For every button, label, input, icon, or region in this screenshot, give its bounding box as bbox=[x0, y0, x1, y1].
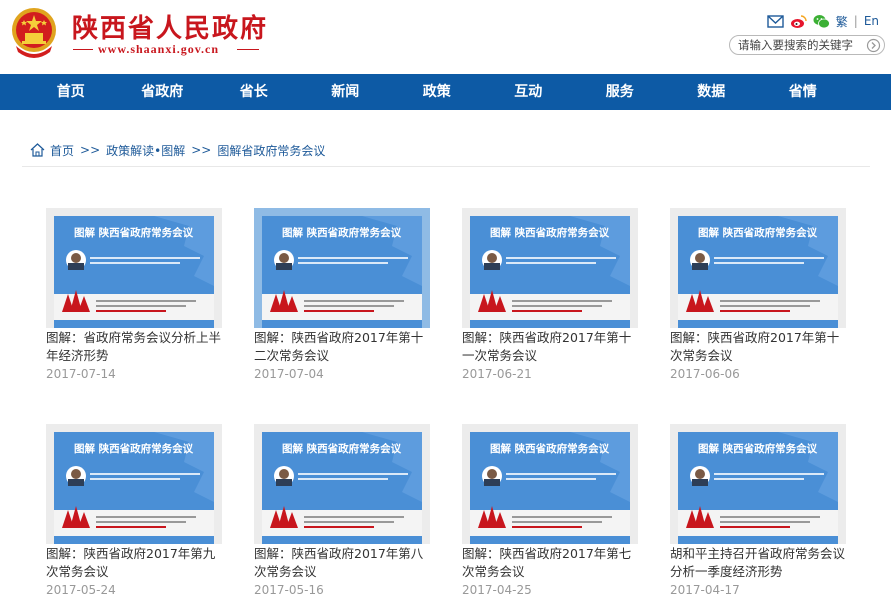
article-title[interactable]: 图解：陕西省政府2017年第九次常务会议 bbox=[46, 545, 222, 580]
article-date: 2017-06-06 bbox=[670, 367, 740, 381]
infographic-image: 图解 陕西省政府常务会议 bbox=[470, 216, 630, 328]
infographic-image: 图解 陕西省政府常务会议 bbox=[262, 216, 422, 328]
article-thumbnail[interactable]: 图解 陕西省政府常务会议 bbox=[670, 424, 846, 544]
english-link[interactable]: En bbox=[864, 14, 879, 28]
article-date: 2017-06-21 bbox=[462, 367, 532, 381]
breadcrumb-separator: >> bbox=[80, 143, 101, 157]
article-title[interactable]: 图解：陕西省政府2017年第十次常务会议 bbox=[670, 329, 846, 364]
infographic-preview: 图解 陕西省政府常务会议 bbox=[262, 216, 422, 328]
svg-text:图解 陕西省政府常务会议: 图解 陕西省政府常务会议 bbox=[490, 226, 610, 239]
site-title[interactable]: 陕西省人民政府 bbox=[72, 8, 268, 45]
top-utility-links: 繁 | En bbox=[767, 12, 879, 30]
article-date: 2017-05-24 bbox=[46, 583, 116, 597]
breadcrumb: 首页 >> 政策解读•图解 >> 图解省政府常务会议 bbox=[30, 141, 325, 159]
weibo-icon[interactable] bbox=[790, 14, 807, 29]
infographic-preview: 图解 陕西省政府常务会议 bbox=[470, 216, 630, 328]
nav-item-interaction[interactable]: 互动 bbox=[483, 74, 575, 110]
article-card[interactable]: 图解 陕西省政府常务会议胡和平主持召开省政府常务会议分析一季度经济形势 2017-… bbox=[670, 424, 846, 600]
svg-text:图解 陕西省政府常务会议: 图解 陕西省政府常务会议 bbox=[490, 442, 610, 455]
svg-text:图解 陕西省政府常务会议: 图解 陕西省政府常务会议 bbox=[282, 226, 402, 239]
article-card[interactable]: 图解 陕西省政府常务会议图解：省政府常务会议分析上半年经济形势 2017-07-1… bbox=[46, 208, 222, 384]
svg-text:图解 陕西省政府常务会议: 图解 陕西省政府常务会议 bbox=[74, 226, 194, 239]
lang-separator: | bbox=[853, 14, 858, 28]
home-icon bbox=[30, 143, 45, 157]
article-date: 2017-04-17 bbox=[670, 583, 740, 597]
infographic-preview: 图解 陕西省政府常务会议 bbox=[54, 216, 214, 328]
search-icon[interactable] bbox=[866, 38, 881, 53]
article-card[interactable]: 图解 陕西省政府常务会议图解：陕西省政府2017年第八次常务会议 2017-05-… bbox=[254, 424, 430, 600]
infographic-image: 图解 陕西省政府常务会议 bbox=[262, 432, 422, 544]
article-thumbnail[interactable]: 图解 陕西省政府常务会议 bbox=[462, 208, 638, 328]
breadcrumb-policy-graphics[interactable]: 政策解读•图解 bbox=[106, 142, 185, 159]
svg-text:图解 陕西省政府常务会议: 图解 陕西省政府常务会议 bbox=[698, 442, 818, 455]
site-url[interactable]: www.shaanxi.gov.cn bbox=[98, 42, 219, 57]
svg-text:图解 陕西省政府常务会议: 图解 陕西省政府常务会议 bbox=[698, 226, 818, 239]
article-card[interactable]: 图解 陕西省政府常务会议图解：陕西省政府2017年第十二次常务会议 2017-07… bbox=[254, 208, 430, 384]
article-title[interactable]: 图解：陕西省政府2017年第七次常务会议 bbox=[462, 545, 638, 580]
article-date: 2017-07-14 bbox=[46, 367, 116, 381]
infographic-preview: 图解 陕西省政府常务会议 bbox=[262, 432, 422, 544]
nav-item-data[interactable]: 数据 bbox=[666, 74, 758, 110]
infographic-image: 图解 陕西省政府常务会议 bbox=[678, 216, 838, 328]
article-card[interactable]: 图解 陕西省政府常务会议图解：陕西省政府2017年第七次常务会议 2017-04-… bbox=[462, 424, 638, 600]
svg-text:图解 陕西省政府常务会议: 图解 陕西省政府常务会议 bbox=[282, 442, 402, 455]
nav-item-province-info[interactable]: 省情 bbox=[757, 74, 849, 110]
breadcrumb-current[interactable]: 图解省政府常务会议 bbox=[217, 142, 325, 159]
article-title[interactable]: 图解：陕西省政府2017年第十二次常务会议 bbox=[254, 329, 430, 364]
nav-item-provincial-government[interactable]: 省政府 bbox=[117, 74, 209, 110]
traditional-chinese-link[interactable]: 繁 bbox=[836, 13, 848, 30]
infographic-image: 图解 陕西省政府常务会议 bbox=[678, 432, 838, 544]
article-title[interactable]: 图解：陕西省政府2017年第八次常务会议 bbox=[254, 545, 430, 580]
breadcrumb-separator: >> bbox=[191, 143, 212, 157]
infographic-preview: 图解 陕西省政府常务会议 bbox=[678, 216, 838, 328]
infographic-image: 图解 陕西省政府常务会议 bbox=[54, 216, 214, 328]
national-emblem-icon[interactable] bbox=[10, 6, 58, 58]
article-thumbnail[interactable]: 图解 陕西省政府常务会议 bbox=[254, 424, 430, 544]
article-thumbnail[interactable]: 图解 陕西省政府常务会议 bbox=[254, 208, 430, 328]
article-thumbnail[interactable]: 图解 陕西省政府常务会议 bbox=[670, 208, 846, 328]
nav-item-policy[interactable]: 政策 bbox=[391, 74, 483, 110]
infographic-preview: 图解 陕西省政府常务会议 bbox=[470, 432, 630, 544]
main-navigation: 首页 省政府 省长 新闻 政策 互动 服务 数据 省情 bbox=[0, 74, 891, 110]
nav-item-services[interactable]: 服务 bbox=[574, 74, 666, 110]
search-box bbox=[729, 35, 885, 55]
article-title[interactable]: 图解：陕西省政府2017年第十一次常务会议 bbox=[462, 329, 638, 364]
url-divider-right bbox=[237, 49, 259, 50]
article-title[interactable]: 图解：省政府常务会议分析上半年经济形势 bbox=[46, 329, 222, 364]
search-input[interactable] bbox=[738, 37, 862, 53]
article-date: 2017-04-25 bbox=[462, 583, 532, 597]
infographic-preview: 图解 陕西省政府常务会议 bbox=[54, 432, 214, 544]
article-thumbnail[interactable]: 图解 陕西省政府常务会议 bbox=[46, 424, 222, 544]
wechat-icon[interactable] bbox=[813, 14, 830, 29]
nav-item-home[interactable]: 首页 bbox=[25, 74, 117, 110]
breadcrumb-home[interactable]: 首页 bbox=[50, 142, 74, 159]
infographic-image: 图解 陕西省政府常务会议 bbox=[54, 432, 214, 544]
article-thumbnail[interactable]: 图解 陕西省政府常务会议 bbox=[462, 424, 638, 544]
nav-item-news[interactable]: 新闻 bbox=[300, 74, 392, 110]
infographic-preview: 图解 陕西省政府常务会议 bbox=[678, 432, 838, 544]
site-header: 陕西省人民政府 www.shaanxi.gov.cn 繁 | En bbox=[0, 0, 891, 74]
article-card[interactable]: 图解 陕西省政府常务会议图解：陕西省政府2017年第十一次常务会议 2017-06… bbox=[462, 208, 638, 384]
nav-item-governor[interactable]: 省长 bbox=[208, 74, 300, 110]
article-thumbnail[interactable]: 图解 陕西省政府常务会议 bbox=[46, 208, 222, 328]
article-date: 2017-07-04 bbox=[254, 367, 324, 381]
url-divider-left bbox=[73, 49, 93, 50]
article-card[interactable]: 图解 陕西省政府常务会议图解：陕西省政府2017年第九次常务会议 2017-05-… bbox=[46, 424, 222, 600]
breadcrumb-divider bbox=[22, 166, 870, 167]
infographic-image: 图解 陕西省政府常务会议 bbox=[470, 432, 630, 544]
svg-text:图解 陕西省政府常务会议: 图解 陕西省政府常务会议 bbox=[74, 442, 194, 455]
article-card[interactable]: 图解 陕西省政府常务会议图解：陕西省政府2017年第十次常务会议 2017-06-… bbox=[670, 208, 846, 384]
article-date: 2017-05-16 bbox=[254, 583, 324, 597]
article-title[interactable]: 胡和平主持召开省政府常务会议分析一季度经济形势 bbox=[670, 545, 846, 580]
mail-icon[interactable] bbox=[767, 14, 784, 29]
